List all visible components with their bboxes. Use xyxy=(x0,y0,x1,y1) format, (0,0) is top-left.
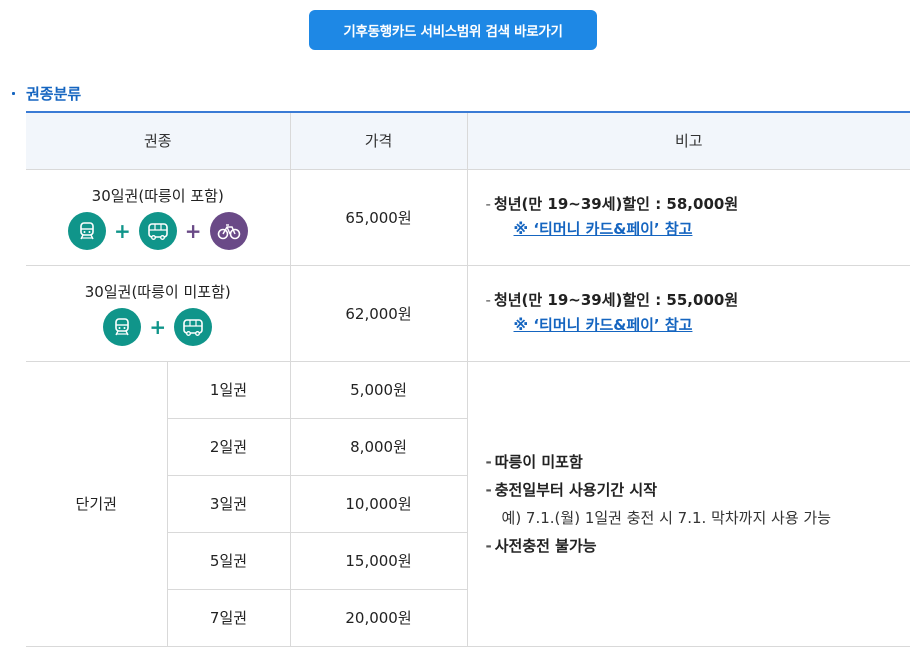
short-term-label: 단기권 xyxy=(26,360,168,647)
subway-icon xyxy=(103,307,142,346)
duration-cell: 1일권 xyxy=(166,360,291,419)
bus-icon xyxy=(138,211,177,250)
header-type: 권종 xyxy=(26,111,291,170)
duration-cell: 3일권 xyxy=(167,474,291,533)
note-cell: - 청년(만 19~39세)할인 : 55,000원 ※ ‘티머니 카드&페이’ … xyxy=(466,264,911,362)
ticket-name: 30일권(따릉이 포함) xyxy=(91,186,224,205)
service-area-search-button[interactable]: 기후동행카드 서비스범위 검색 바로가기 xyxy=(309,10,597,50)
price-cell: 65,000원 xyxy=(289,168,468,266)
price-cell: 20,000원 xyxy=(289,588,468,647)
price-cell: 62,000원 xyxy=(289,264,468,362)
transport-icons: + + xyxy=(26,211,290,250)
table-row: 30일권(따릉이 포함) + + 65,000원 - 청년(만 19~39세)할… xyxy=(26,168,911,266)
note-line: - 청년(만 19~39세)할인 : 55,000원 xyxy=(485,291,739,309)
plus-icon: + xyxy=(113,218,131,243)
bus-icon xyxy=(174,307,213,346)
ticket-table: 권종 가격 비고 30일권(따릉이 포함) + + 65,000원 - 청년(만… xyxy=(26,111,911,647)
note-example: 예) 7.1.(월) 1일권 충전 시 7.1. 막차까지 사용 가능 xyxy=(501,508,832,527)
price-cell: 8,000원 xyxy=(289,417,468,476)
ticket-cell: 30일권(따릉이 미포함) + xyxy=(26,264,291,362)
tmoney-link[interactable]: ※ ‘티머니 카드&페이’ 참고 xyxy=(514,313,693,338)
header-price: 가격 xyxy=(289,111,468,170)
note-item: - 따릉이 미포함 xyxy=(485,452,583,471)
note-item: - 사전충전 불가능 xyxy=(485,536,597,555)
ticket-name: 30일권(따릉이 미포함) xyxy=(84,282,231,301)
price-cell: 5,000원 xyxy=(289,360,468,419)
tmoney-link[interactable]: ※ ‘티머니 카드&페이’ 참고 xyxy=(514,217,693,242)
header-note: 비고 xyxy=(466,111,911,170)
note-item: - 충전일부터 사용기간 시작 xyxy=(485,480,657,499)
plus-icon: + xyxy=(184,218,202,243)
table-row: 30일권(따릉이 미포함) + 62,000원 - 청년(만 19~39세)할인 … xyxy=(26,264,911,362)
section-title: 권종분류 xyxy=(12,82,81,104)
section-title-text: 권종분류 xyxy=(26,84,82,103)
note-cell: - 청년(만 19~39세)할인 : 58,000원 ※ ‘티머니 카드&페이’ … xyxy=(466,168,911,266)
table-row: 단기권 1일권 5,000원 - 따릉이 미포함 - 충전일부터 사용기간 시작 예… xyxy=(26,360,911,647)
price-cell: 15,000원 xyxy=(289,531,468,590)
plus-icon: + xyxy=(149,314,167,339)
note-line: - 청년(만 19~39세)할인 : 58,000원 xyxy=(485,195,739,213)
short-term-notes: - 따릉이 미포함 - 충전일부터 사용기간 시작 예) 7.1.(월) 1일권 충… xyxy=(466,360,911,647)
subway-icon xyxy=(67,211,106,250)
duration-cell: 7일권 xyxy=(167,588,291,647)
price-cell: 10,000원 xyxy=(289,474,468,533)
bullet-icon xyxy=(12,91,15,95)
ticket-cell: 30일권(따릉이 포함) + + xyxy=(26,168,291,266)
duration-cell: 2일권 xyxy=(167,417,291,476)
transport-icons: + xyxy=(26,307,290,346)
table-header-row: 권종 가격 비고 xyxy=(26,111,911,170)
duration-cell: 5일권 xyxy=(167,531,291,590)
bicycle-icon xyxy=(209,211,248,250)
